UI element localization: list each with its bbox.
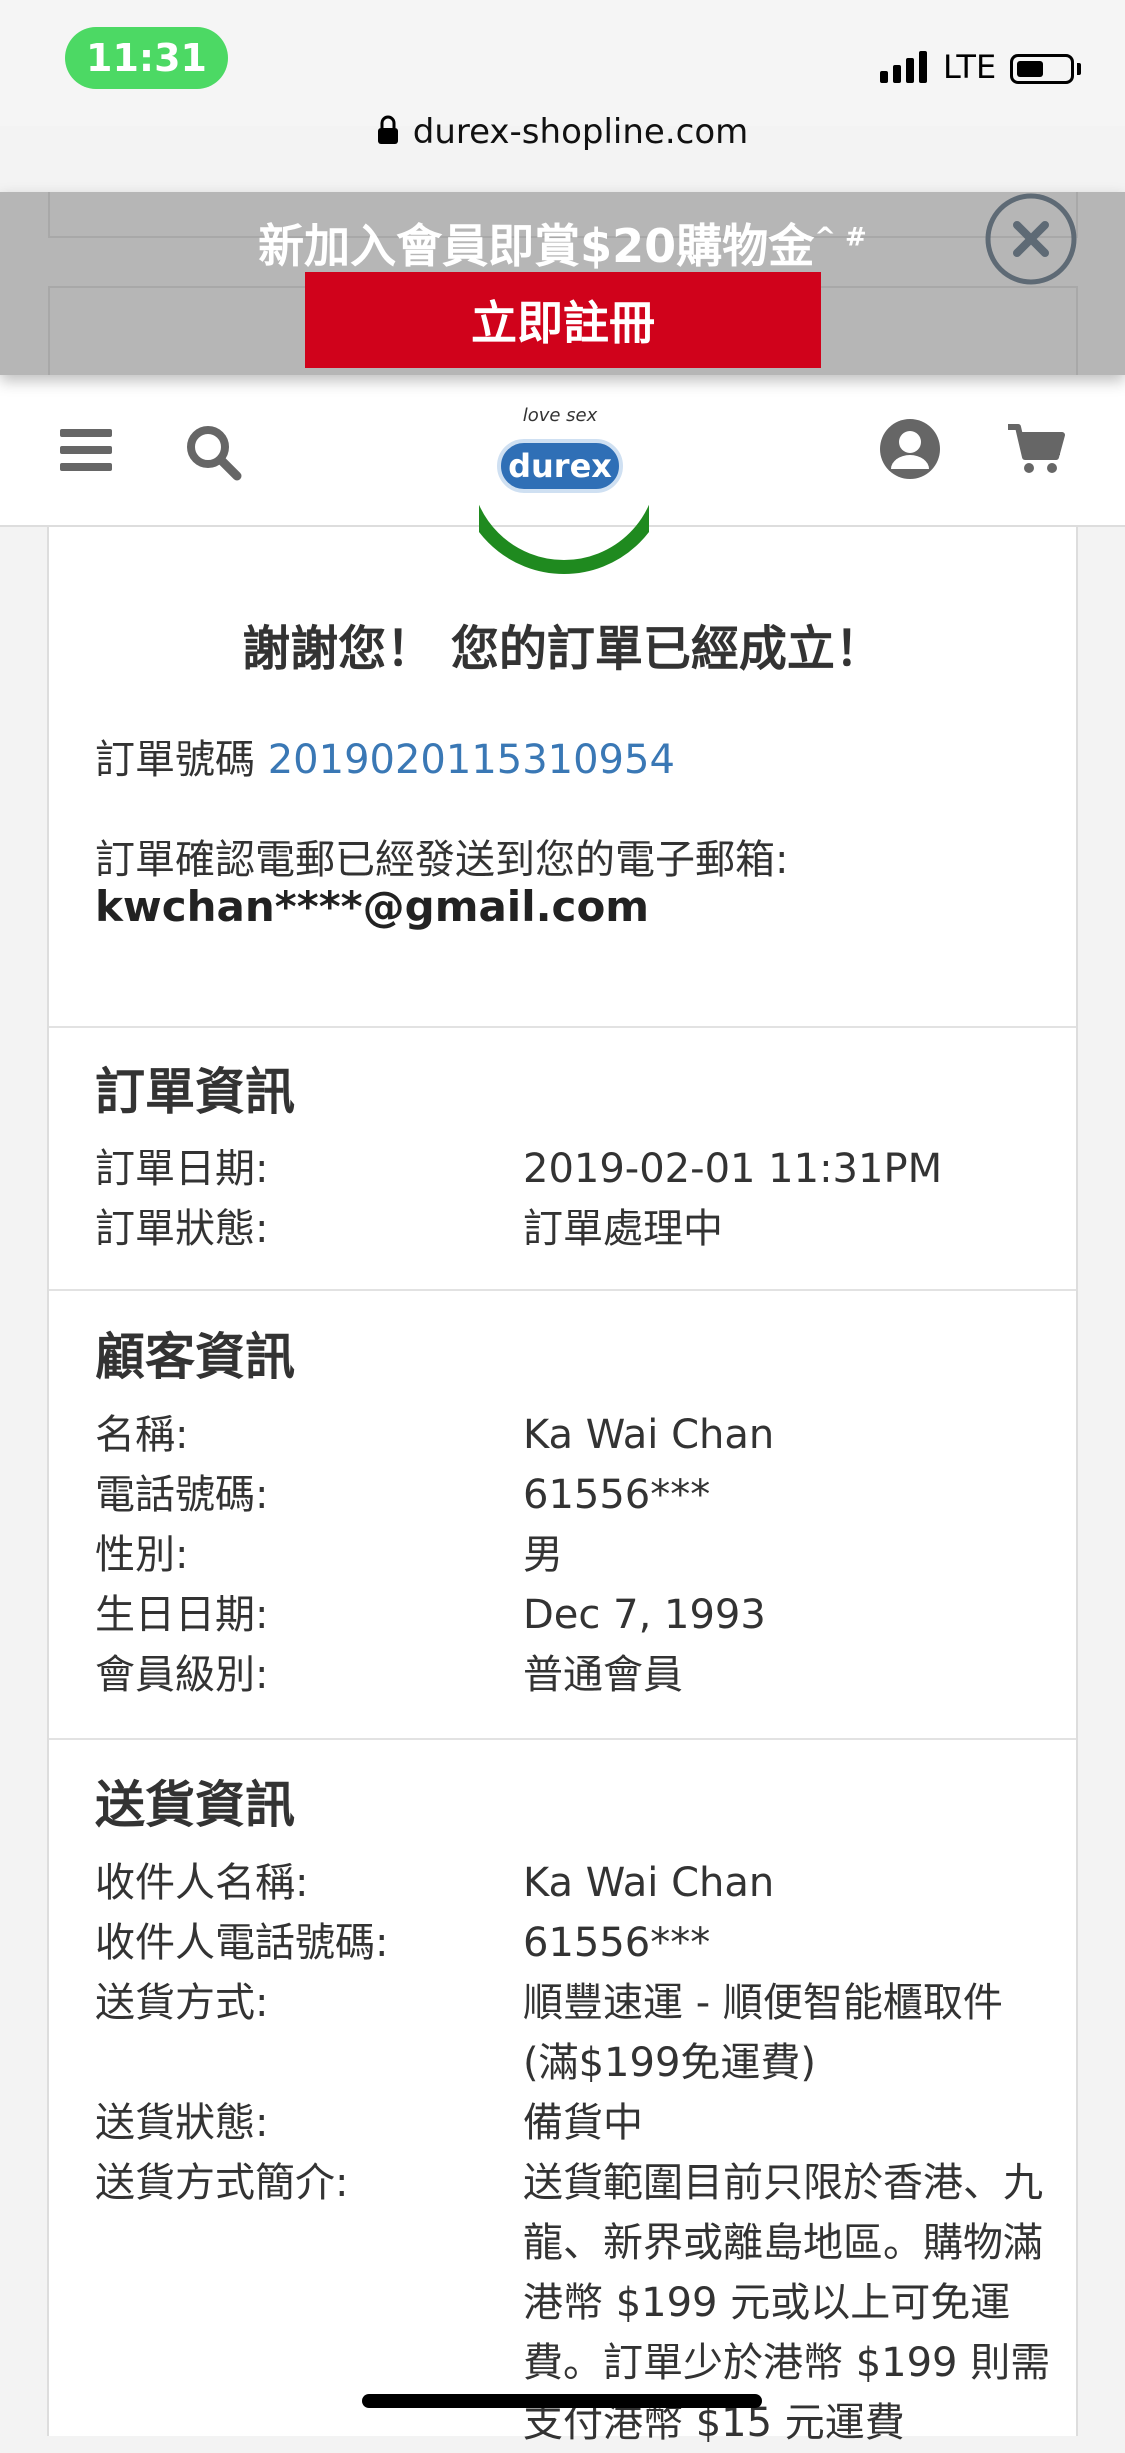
customer-email: kwchan****@gmail.com: [95, 882, 650, 931]
promo-text: 新加入會員即賞$20購物金^ #: [0, 210, 1125, 276]
order-number-label: 訂單號碼: [95, 737, 255, 783]
order-number-link[interactable]: 2019020115310954: [268, 737, 675, 783]
success-check-icon: [479, 477, 649, 582]
battery-cap: [1077, 63, 1081, 75]
search-icon[interactable]: [184, 423, 242, 485]
section-divider: [49, 1738, 1076, 1740]
email-notice: 訂單確認電郵已經發送到您的電子郵箱:: [95, 837, 789, 883]
account-icon[interactable]: [878, 417, 942, 485]
row-value: 順豐速運 - 順便智能櫃取件 (滿$199免運費): [523, 1980, 1003, 2086]
close-promo-button[interactable]: [984, 192, 1078, 286]
status-bar: 11:31 LTE durex-shopline.com: [0, 0, 1125, 152]
row-label: 收件人電話號碼:: [95, 1920, 389, 1966]
row-value: Ka Wai Chan: [523, 1412, 775, 1458]
row-label: 性別:: [95, 1532, 189, 1578]
row-value: Dec 7, 1993: [523, 1592, 766, 1638]
lock-icon: [377, 114, 399, 154]
order-confirmation-card: 謝謝您！ 您的訂單已經成立！ 訂單號碼 2019020115310954 訂單確…: [47, 504, 1078, 2446]
row-label: 送貨方式:: [95, 1980, 269, 2026]
section-divider: [49, 1289, 1076, 1291]
row-label: 電話號碼:: [95, 1472, 269, 1518]
row-value: 送貨範圍目前只限於香港、九龍、新界或離島地區。購物滿港幣 $199 元或以上可免…: [523, 2160, 1051, 2446]
logo-tagline: love sex: [522, 405, 598, 426]
order-info-title: 訂單資訊: [95, 1063, 295, 1121]
delivery-info-title: 送貨資訊: [95, 1776, 295, 1834]
section-divider: [49, 1026, 1076, 1028]
promo-footnote-marks: ^ #: [814, 222, 867, 253]
row-label: 送貨狀態:: [95, 2100, 269, 2146]
promo-message: 新加入會員即賞$20購物金: [258, 219, 815, 273]
row-value: 備貨中: [523, 2100, 643, 2146]
home-indicator[interactable]: [362, 2394, 762, 2408]
close-icon: [985, 193, 1077, 285]
battery-icon: [1010, 54, 1074, 84]
cart-icon[interactable]: [1006, 421, 1066, 481]
row-value: 61556***: [523, 1472, 711, 1518]
customer-info-title: 顧客資訊: [95, 1328, 295, 1386]
row-label: 訂單日期:: [95, 1146, 269, 1192]
url-text: durex-shopline.com: [412, 112, 749, 152]
address-bar[interactable]: durex-shopline.com: [0, 112, 1125, 154]
row-label: 生日日期:: [95, 1592, 269, 1638]
network-type: LTE: [943, 48, 997, 86]
row-value: 2019-02-01 11:31PM: [523, 1146, 943, 1192]
register-button[interactable]: 立即註冊: [305, 272, 821, 368]
row-value: 普通會員: [523, 1652, 683, 1698]
status-time: 11:31: [65, 27, 228, 89]
signal-strength-icon: [880, 50, 927, 83]
row-label: 會員級別:: [95, 1652, 269, 1698]
row-value: 男: [523, 1532, 563, 1578]
row-label: 名稱:: [95, 1412, 189, 1458]
row-label: 收件人名稱:: [95, 1860, 309, 1906]
row-value: 61556***: [523, 1920, 711, 1966]
row-value: 訂單處理中: [523, 1206, 723, 1252]
promo-banner: 新加入會員即賞$20購物金^ # 立即註冊: [0, 192, 1125, 375]
row-value: Ka Wai Chan: [523, 1860, 775, 1906]
row-label: 送貨方式簡介:: [95, 2160, 349, 2206]
menu-icon[interactable]: [60, 427, 112, 477]
thank-you-heading: 謝謝您！ 您的訂單已經成立！: [242, 621, 883, 677]
order-number-line: 訂單號碼 2019020115310954: [95, 727, 675, 785]
row-label: 訂單狀態:: [95, 1206, 269, 1252]
